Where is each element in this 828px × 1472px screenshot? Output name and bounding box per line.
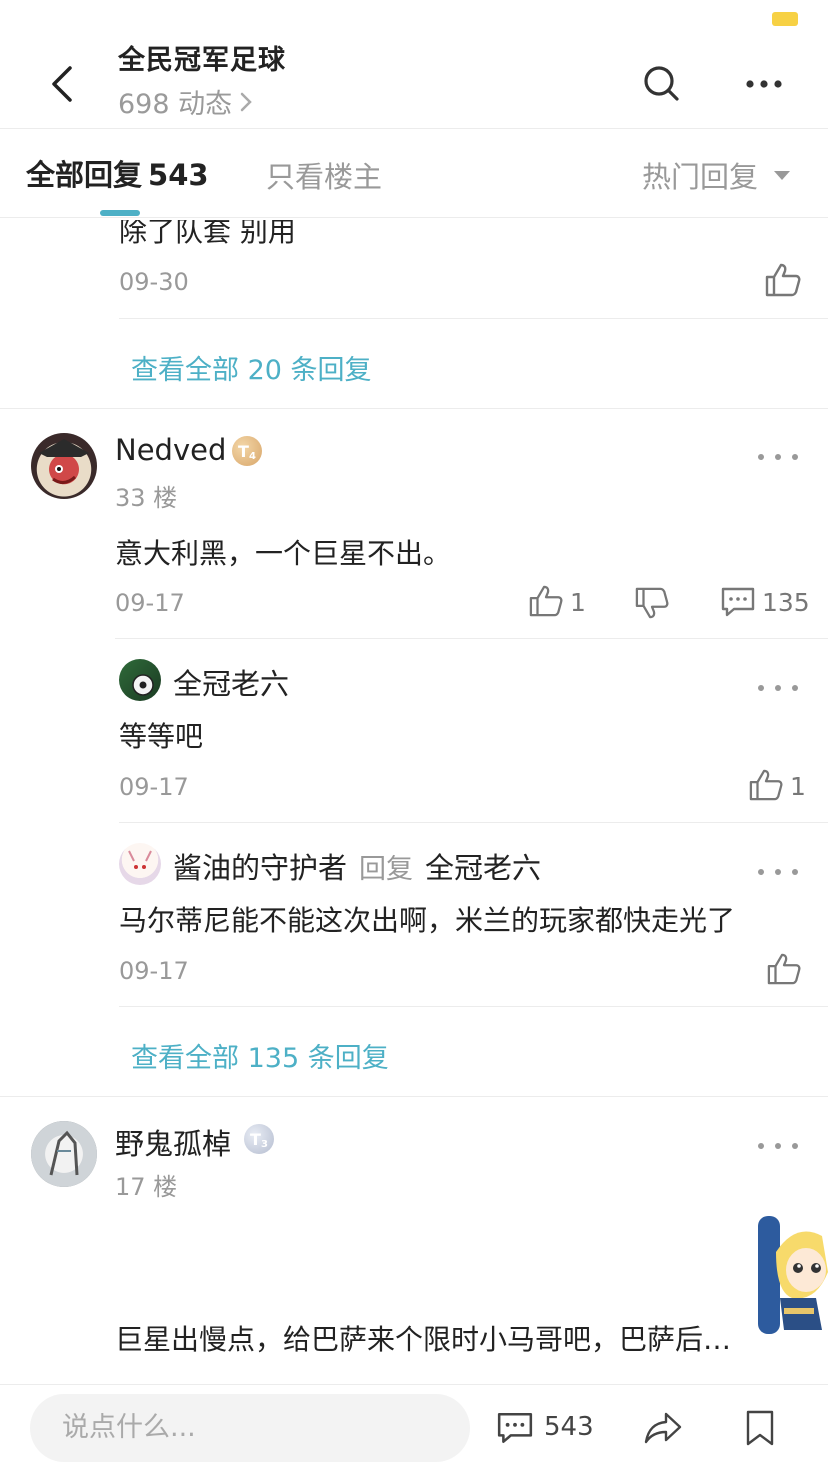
share-icon[interactable] [642,1410,684,1446]
level-badge: T4 [232,436,262,466]
like-count: 1 [790,772,806,801]
comment-count: 135 [762,588,810,617]
updates-count: 698 动态 [118,89,233,120]
more-options-icon[interactable] [758,678,798,698]
reply-content: 等等吧 [119,720,204,753]
reply-divider [119,1006,828,1007]
search-icon[interactable] [636,58,688,110]
badge-level: 3 [260,1138,268,1150]
active-tab-indicator [100,210,140,216]
comment-icon[interactable] [720,586,756,618]
post-divider [0,408,828,409]
sort-label: 热门回复 [642,160,759,194]
like-icon[interactable] [764,262,802,298]
view-all-replies-link[interactable]: 查看全部 20 条回复 [131,348,372,387]
comment-input[interactable]: 说点什么... [30,1394,470,1462]
reply-date: 09-17 [119,773,189,801]
username[interactable]: 野鬼孤棹 [115,1121,231,1163]
comment-icon[interactable] [496,1410,534,1446]
reply-date: 09-17 [119,957,189,985]
updates-link[interactable]: 698 动态 [118,82,254,121]
reply-divider [119,822,828,823]
view-all-replies-link[interactable]: 查看全部 135 条回复 [131,1036,389,1075]
reply-content: 马尔蒂尼能不能这次出啊，米兰的玩家都快走光了 [119,904,736,937]
battery-indicator [772,12,798,26]
more-options-icon[interactable] [758,1136,798,1156]
reply-to-label: 回复 [359,854,414,885]
like-icon[interactable] [766,952,802,986]
reply-header: 酱油的守护者 回复 全冠老六 [173,845,541,887]
avatar[interactable] [119,843,161,885]
header-divider [0,128,828,129]
chevron-right-icon [240,92,252,111]
username[interactable]: Nedved [115,433,226,467]
reply-date: 09-30 [119,268,189,296]
sort-dropdown[interactable]: 热门回复 [642,154,791,196]
more-options-icon[interactable] [758,447,798,467]
post-date: 09-17 [115,589,185,617]
bottom-bar-divider [0,1384,828,1385]
more-icon[interactable] [738,58,790,110]
reply-divider [119,318,828,319]
reply-divider [115,638,828,639]
reply-target-username[interactable]: 全冠老六 [425,845,541,887]
level-badge: T3 [244,1124,274,1154]
avatar[interactable] [31,1121,97,1187]
bookmark-icon[interactable] [742,1408,778,1448]
more-options-icon[interactable] [758,862,798,882]
page-title: 全民冠军足球 [118,45,286,76]
tabs-divider [0,217,828,218]
reply-text-partial: 除了队套 别用 [119,215,296,248]
badge-letter: T [250,1129,261,1149]
comment-count: 543 [544,1412,594,1442]
badge-letter: T [238,441,249,461]
post-content: 意大利黑，一个巨星不出。 [115,537,452,570]
avatar[interactable] [31,433,97,499]
avatar[interactable] [119,659,161,701]
floor-number: 33 楼 [115,484,178,512]
tab-owner-only[interactable]: 只看楼主 [266,154,382,196]
tab-all-count: 543 [148,158,209,192]
tab-all-label: 全部回复 [26,158,143,192]
tab-all-replies[interactable]: 全部回复 543 [26,152,209,194]
post-content: 巨星出慢点，给巴萨来个限时小马哥吧，巴萨后… [115,1323,732,1356]
dislike-icon[interactable] [634,586,670,620]
reply-username[interactable]: 全冠老六 [173,661,289,703]
mascot-sticker[interactable] [756,1212,828,1340]
like-count: 1 [570,588,586,617]
badge-level: 4 [248,450,256,462]
back-icon[interactable] [38,58,90,110]
like-icon[interactable] [748,768,784,802]
like-icon[interactable] [528,584,564,618]
post-divider [0,1096,828,1097]
reply-username[interactable]: 酱油的守护者 [173,845,347,887]
dropdown-arrow-icon [774,170,791,180]
floor-number: 17 楼 [115,1173,178,1201]
